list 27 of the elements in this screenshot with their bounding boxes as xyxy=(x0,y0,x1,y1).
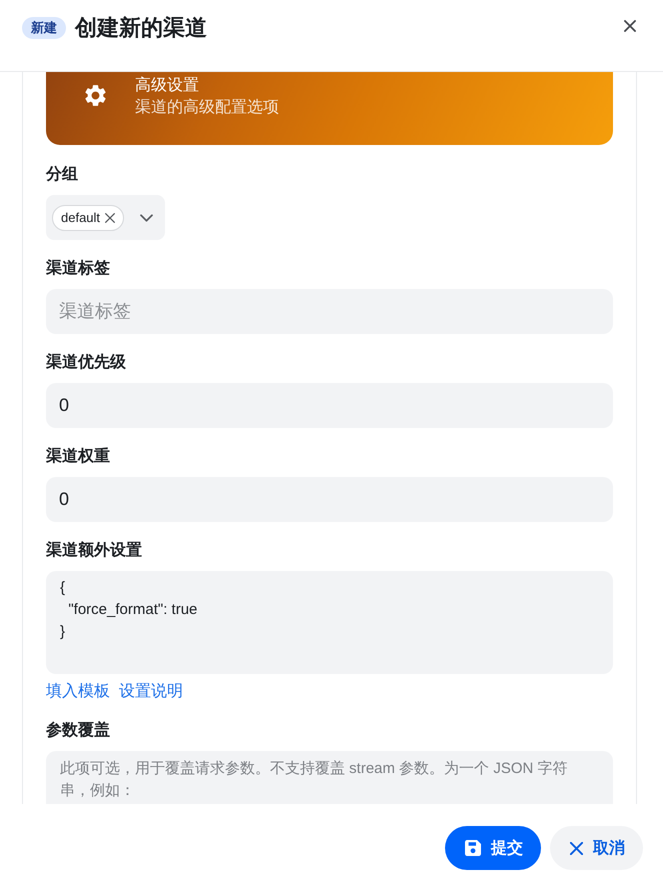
group-select[interactable]: default xyxy=(46,195,166,240)
field-label: 渠道优先级 xyxy=(46,353,126,373)
chevron-down-icon[interactable] xyxy=(140,214,154,222)
tag-text: default xyxy=(61,210,100,226)
field-label: 渠道权重 xyxy=(46,447,110,467)
remove-icon[interactable] xyxy=(105,212,116,222)
cancel-button[interactable]: 取消 xyxy=(550,826,643,870)
close-icon xyxy=(570,842,583,854)
text-area-field[interactable]: 此项可选，用于覆盖请求参数。不支持覆盖 stream 参数。为一个 JSON 字符串，例如： xyxy=(46,751,613,804)
dialog-title: 创建新的渠道 xyxy=(75,17,207,39)
banner-subtitle: 渠道的高级配置选项 xyxy=(135,98,279,118)
input-field[interactable]: 渠道标签 xyxy=(46,289,613,334)
save-icon xyxy=(465,840,481,856)
submit-button[interactable]: 提交 xyxy=(445,826,541,870)
input-field[interactable]: 0 xyxy=(46,477,613,522)
field-label: 参数覆盖 xyxy=(46,721,110,741)
input-field[interactable]: 0 xyxy=(46,383,613,428)
text-area-field[interactable]: { "force_format": true } xyxy=(46,571,613,674)
close-icon[interactable] xyxy=(624,20,636,32)
field-label: 渠道标签 xyxy=(46,259,110,279)
field-label: 分组 xyxy=(46,165,78,185)
text-link[interactable]: 填入模板 xyxy=(46,682,110,702)
text-link[interactable]: 设置说明 xyxy=(119,682,183,702)
settings-icon xyxy=(85,85,106,106)
title-badge: 新建 xyxy=(22,17,66,39)
field-label: 渠道额外设置 xyxy=(46,541,142,561)
banner-title: 高级设置 xyxy=(135,76,200,96)
